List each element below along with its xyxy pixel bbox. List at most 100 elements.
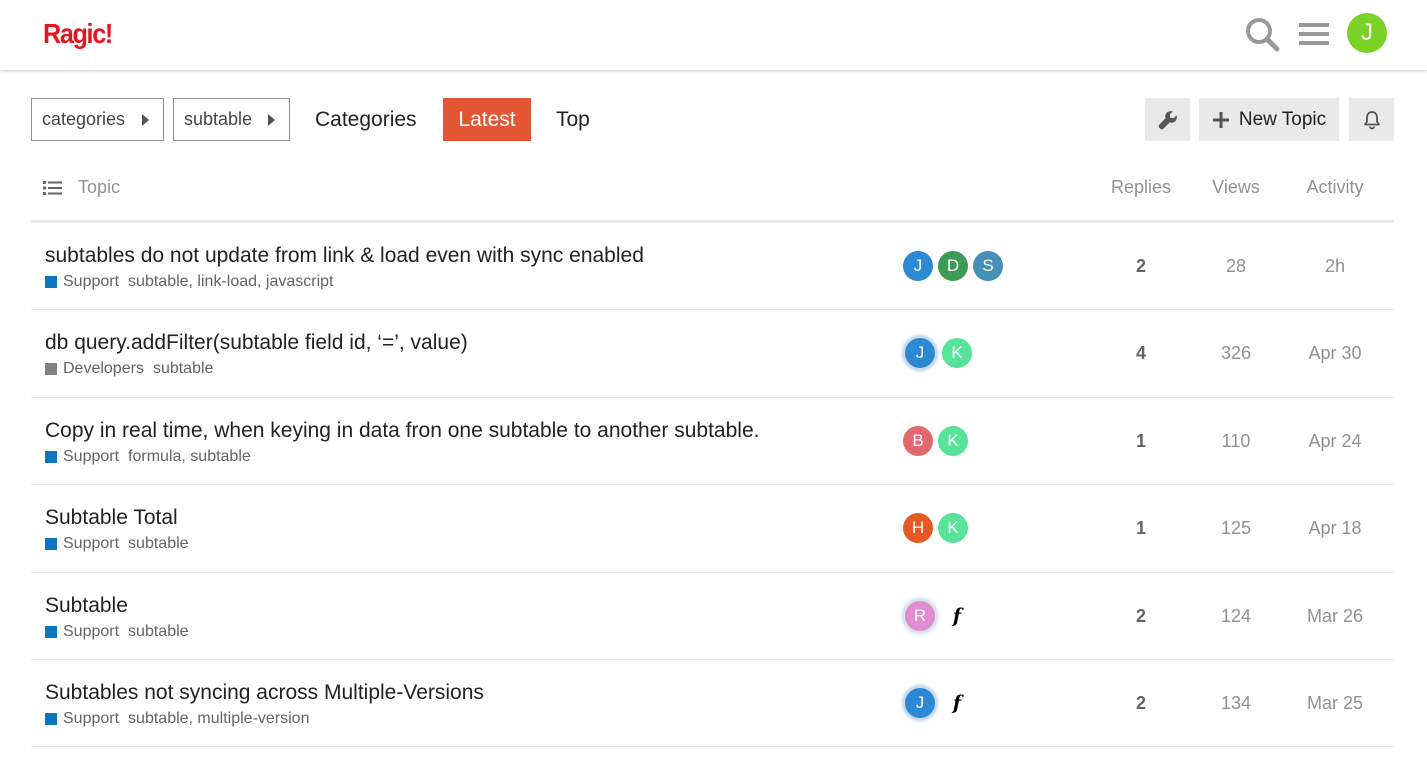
topic-row: Copy in real time, when keying in data f…	[31, 398, 1394, 486]
topic-meta: Support subtable	[45, 623, 189, 641]
site-header: Ragic! J	[0, 0, 1427, 70]
topic-activity[interactable]: Apr 30	[1285, 343, 1385, 364]
topic-title-link[interactable]: subtables do not update from link & load…	[45, 244, 644, 268]
topic-posters: J D S	[903, 250, 1008, 282]
topic-tags[interactable]: subtable	[153, 360, 214, 378]
topic-title-link[interactable]: Subtable	[45, 594, 128, 618]
poster-avatar[interactable]: S	[973, 251, 1003, 281]
subcategory-dropdown-label: subtable	[184, 109, 253, 129]
new-topic-label: New Topic	[1238, 108, 1327, 130]
notifications-button[interactable]	[1349, 98, 1394, 141]
list-icon[interactable]	[43, 179, 63, 197]
poster-avatar-f-icon[interactable]: 𝒇	[942, 688, 972, 718]
topic-meta: Support formula, subtable	[45, 448, 251, 466]
topic-views-count: 125	[1220, 518, 1252, 539]
topic-posters: H K	[903, 512, 973, 544]
wrench-icon	[1158, 110, 1177, 129]
subcategory-dropdown[interactable]: subtable	[173, 98, 290, 141]
topic-list-header: Topic Replies Views Activity	[31, 165, 1394, 223]
search-icon	[1246, 18, 1280, 52]
category-badge[interactable]: Support	[63, 535, 119, 553]
category-color-swatch	[45, 276, 57, 288]
navigation-bar: categories subtable Categories Latest To…	[31, 98, 1394, 141]
topic-replies-count[interactable]: 1	[1091, 518, 1191, 539]
topic-title-link[interactable]: Copy in real time, when keying in data f…	[45, 419, 759, 443]
topic-meta: Developers subtable	[45, 360, 213, 378]
topic-posters: J 𝒇	[903, 687, 977, 719]
topic-views-count: 110	[1221, 430, 1251, 451]
category-color-swatch	[45, 712, 57, 725]
topic-title-link[interactable]: Subtables not syncing across Multiple-Ve…	[45, 681, 484, 705]
column-header-activity[interactable]: Activity	[1285, 177, 1385, 198]
poster-avatar[interactable]: K	[942, 338, 972, 369]
topic-row: Subtable Total Support subtable H K 1 12…	[31, 485, 1394, 573]
poster-avatar-f-icon[interactable]: 𝒇	[942, 601, 972, 631]
categories-dropdown-label: categories	[42, 109, 126, 129]
nav-top[interactable]: Top	[542, 98, 604, 141]
column-header-views[interactable]: Views	[1186, 177, 1286, 198]
poster-avatar[interactable]: R	[905, 600, 935, 631]
topic-title-link[interactable]: Subtable Total	[45, 506, 178, 530]
topic-meta: Support subtable, multiple-version	[45, 710, 309, 728]
topic-tags[interactable]: formula, subtable	[128, 448, 251, 466]
poster-avatar[interactable]: B	[903, 425, 933, 456]
user-avatar[interactable]: J	[1347, 13, 1387, 53]
menu-button[interactable]	[1294, 14, 1334, 54]
caret-right-icon	[268, 114, 275, 126]
hamburger-icon	[1299, 23, 1329, 45]
topic-row: Subtables not syncing across Multiple-Ve…	[31, 660, 1394, 748]
column-header-replies[interactable]: Replies	[1091, 177, 1191, 198]
topic-replies-count[interactable]: 4	[1091, 343, 1191, 364]
topic-posters: J K	[903, 337, 977, 369]
admin-wrench-button[interactable]	[1145, 98, 1190, 141]
topic-replies-count[interactable]: 2	[1091, 606, 1191, 627]
topic-meta: Support subtable	[45, 535, 189, 553]
bell-icon	[1363, 110, 1380, 130]
category-badge[interactable]: Support	[63, 710, 119, 728]
new-topic-button[interactable]: New Topic	[1199, 98, 1339, 141]
poster-avatar[interactable]: J	[905, 338, 935, 369]
plus-icon	[1212, 111, 1230, 129]
site-logo[interactable]: Ragic!	[43, 18, 113, 50]
topic-views-count: 134	[1220, 692, 1252, 713]
poster-avatar[interactable]: J	[905, 687, 935, 718]
topic-tags[interactable]: subtable	[128, 535, 189, 553]
topic-replies-count[interactable]: 2	[1091, 256, 1191, 277]
poster-avatar[interactable]: D	[938, 251, 968, 281]
topic-row: subtables do not update from link & load…	[31, 223, 1394, 311]
topic-activity[interactable]: 2h	[1285, 256, 1385, 277]
topic-activity[interactable]: Apr 24	[1285, 431, 1385, 452]
topic-activity[interactable]: Apr 18	[1285, 518, 1385, 539]
categories-dropdown[interactable]: categories	[31, 98, 164, 141]
topic-views-count: 124	[1220, 605, 1252, 626]
nav-categories[interactable]: Categories	[301, 98, 431, 141]
topic-views-count: 28	[1225, 256, 1247, 276]
poster-avatar[interactable]: H	[903, 513, 933, 544]
topic-posters: R 𝒇	[903, 600, 977, 632]
topic-views-count: 326	[1220, 343, 1252, 364]
category-color-swatch	[45, 538, 57, 551]
topic-replies-count[interactable]: 1	[1091, 431, 1191, 452]
topic-tags[interactable]: subtable	[128, 623, 189, 641]
topic-list: Topic Replies Views Activity subtables d…	[31, 165, 1394, 748]
topic-title-link[interactable]: db query.addFilter(subtable field id, ‘=…	[45, 331, 468, 355]
topic-activity[interactable]: Mar 26	[1285, 606, 1385, 627]
poster-avatar[interactable]: J	[903, 251, 933, 281]
topic-replies-count[interactable]: 2	[1091, 693, 1191, 714]
search-button[interactable]	[1242, 14, 1282, 54]
topic-tags[interactable]: subtable, multiple-version	[128, 710, 309, 728]
category-badge[interactable]: Developers	[63, 360, 144, 378]
category-badge[interactable]: Support	[63, 623, 119, 641]
column-header-topic[interactable]: Topic	[78, 177, 120, 198]
poster-avatar[interactable]: K	[938, 513, 968, 544]
category-color-swatch	[45, 363, 57, 376]
category-badge[interactable]: Support	[63, 273, 119, 291]
nav-latest[interactable]: Latest	[443, 98, 531, 141]
topic-posters: B K	[903, 425, 973, 457]
category-color-swatch	[45, 625, 57, 638]
poster-avatar[interactable]: K	[938, 425, 968, 456]
topic-tags[interactable]: subtable, link-load, javascript	[128, 273, 333, 291]
topic-row: db query.addFilter(subtable field id, ‘=…	[31, 310, 1394, 398]
topic-activity[interactable]: Mar 25	[1285, 693, 1385, 714]
category-badge[interactable]: Support	[63, 448, 119, 466]
